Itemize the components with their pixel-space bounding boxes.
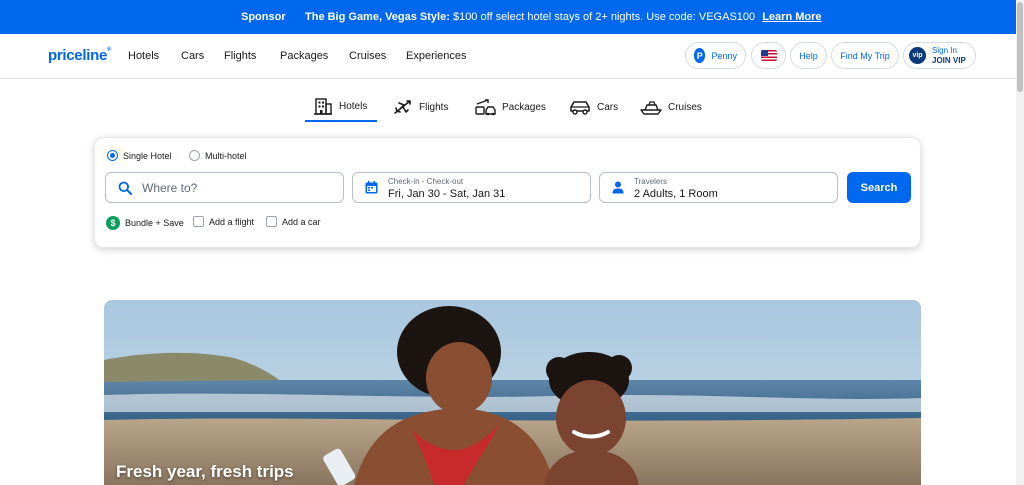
single-hotel-radio[interactable]: Single Hotel xyxy=(107,150,172,161)
hero-title: Fresh year, fresh trips xyxy=(116,462,294,481)
tab-hotels-label: Hotels xyxy=(339,100,368,112)
destination-input[interactable]: Where to? xyxy=(105,172,344,203)
help-button[interactable]: Help xyxy=(790,42,827,69)
sign-in-button[interactable]: vip Sign In JOIN VIP xyxy=(903,42,976,69)
dates-picker[interactable]: Check-in - Check-out Fri, Jan 30 - Sat, … xyxy=(352,172,591,203)
tab-flights-label: Flights xyxy=(419,101,449,113)
single-hotel-label: Single Hotel xyxy=(123,150,172,161)
travelers-label: Travelers xyxy=(634,176,668,186)
add-flight-label: Add a flight xyxy=(209,216,255,227)
scrollbar-thumb[interactable] xyxy=(1017,2,1023,92)
tab-cruises-label: Cruises xyxy=(668,101,702,113)
add-flight-checkbox[interactable] xyxy=(193,216,204,227)
find-my-trip-button[interactable]: Find My Trip xyxy=(831,42,899,69)
banner-headline: The Big Game, Vegas Style: xyxy=(305,11,450,23)
banner-message: The Big Game, Vegas Style: $100 off sele… xyxy=(305,11,822,23)
dates-text: Check-in - Check-out Fri, Jan 30 - Sat, … xyxy=(388,175,505,201)
penny-label: Penny xyxy=(711,50,737,61)
travelers-value: 2 Adults, 1 Room xyxy=(634,187,718,200)
nav-hotels[interactable]: Hotels xyxy=(128,50,159,62)
find-my-trip-label: Find My Trip xyxy=(840,50,890,61)
bundle-save-option: $ Bundle + Save xyxy=(106,216,184,230)
multi-hotel-radio[interactable]: Multi-hotel xyxy=(189,150,247,161)
plane-icon xyxy=(394,100,411,114)
join-vip-label: JOIN VIP xyxy=(932,55,966,65)
product-tabs: Hotels Flights Packages Cars Cruises xyxy=(0,90,1016,126)
nav-experiences[interactable]: Experiences xyxy=(406,50,467,62)
tab-cars-label: Cars xyxy=(597,101,619,113)
priceline-logo[interactable]: priceline® xyxy=(48,47,111,64)
vip-icon: vip xyxy=(909,47,926,64)
hotel-search-card: Single Hotel Multi-hotel Where to? Check… xyxy=(94,137,921,248)
sign-in-text: Sign In JOIN VIP xyxy=(932,46,966,66)
dates-value: Fri, Jan 30 - Sat, Jan 31 xyxy=(388,187,506,200)
hero-banner[interactable]: Fresh year, fresh trips xyxy=(104,300,921,485)
destination-placeholder: Where to? xyxy=(142,180,198,195)
tab-packages-label: Packages xyxy=(502,101,546,113)
us-flag-icon xyxy=(760,50,777,61)
add-flight-option[interactable]: Add a flight xyxy=(193,216,254,227)
add-car-checkbox[interactable] xyxy=(266,216,277,227)
sign-in-label: Sign In xyxy=(932,45,957,55)
package-icon xyxy=(475,99,496,116)
bundle-save-label: Bundle + Save xyxy=(125,218,184,228)
nav-cars[interactable]: Cars xyxy=(181,50,204,62)
tab-flights[interactable]: Flights xyxy=(393,92,448,122)
travelers-text: Travelers 2 Adults, 1 Room xyxy=(634,175,718,201)
logo-text: priceline xyxy=(48,47,107,64)
radio-selected-indicator xyxy=(107,150,118,161)
sponsor-label: Sponsor xyxy=(241,11,286,23)
banner-offer-text: $100 off select hotel stays of 2+ nights… xyxy=(452,11,756,23)
radio-unselected-indicator xyxy=(189,150,200,161)
tab-hotels[interactable]: Hotels xyxy=(305,92,377,122)
add-car-label: Add a car xyxy=(282,216,321,227)
calendar-icon xyxy=(365,181,378,194)
nav-cruises[interactable]: Cruises xyxy=(349,50,386,62)
page-scrollbar[interactable] xyxy=(1016,0,1024,485)
beach-photo xyxy=(104,300,921,485)
travelers-picker[interactable]: Travelers 2 Adults, 1 Room xyxy=(599,172,838,203)
tab-cars[interactable]: Cars xyxy=(569,92,618,122)
person-icon xyxy=(612,181,624,194)
tab-cruises[interactable]: Cruises xyxy=(640,92,702,122)
site-header: priceline® Hotels Cars Flights Packages … xyxy=(0,34,1016,79)
registered-mark: ® xyxy=(107,47,112,53)
sponsor-banner: Sponsor The Big Game, Vegas Style: $100 … xyxy=(0,0,1016,34)
hotel-icon xyxy=(314,98,332,115)
search-icon xyxy=(118,181,132,195)
dollar-icon: $ xyxy=(106,216,120,230)
multi-hotel-label: Multi-hotel xyxy=(205,150,247,161)
ship-icon xyxy=(640,101,662,115)
help-label: Help xyxy=(799,50,818,61)
search-button[interactable]: Search xyxy=(847,172,911,203)
car-icon xyxy=(570,101,590,115)
nav-flights[interactable]: Flights xyxy=(224,50,256,62)
dates-label: Check-in - Check-out xyxy=(388,176,464,186)
tab-packages[interactable]: Packages xyxy=(474,92,546,122)
penny-icon: P xyxy=(694,48,706,63)
language-button[interactable] xyxy=(751,42,786,69)
nav-packages[interactable]: Packages xyxy=(280,50,328,62)
add-car-option[interactable]: Add a car xyxy=(266,216,321,227)
learn-more-link[interactable]: Learn More xyxy=(762,11,821,23)
penny-button[interactable]: P Penny xyxy=(685,42,746,69)
